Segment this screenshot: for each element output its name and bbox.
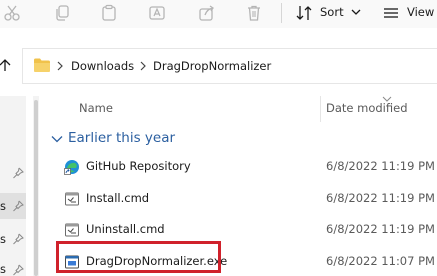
pin-icon <box>13 167 24 179</box>
file-date: 6/8/2022 11:19 PM <box>326 159 435 173</box>
delete-icon[interactable] <box>245 4 263 22</box>
chevron-right-icon <box>140 61 146 71</box>
paste-icon[interactable] <box>100 4 118 22</box>
folder-icon <box>34 58 50 72</box>
chevron-down-icon <box>51 136 63 143</box>
file-date: 6/8/2022 11:07 PM <box>326 254 435 268</box>
cmd-file-icon <box>65 223 79 237</box>
command-bar: Sort View <box>0 0 437 28</box>
highlight-box <box>56 241 221 273</box>
file-date: 6/8/2022 11:19 PM <box>326 191 435 205</box>
nav-item-label: s <box>0 199 6 213</box>
breadcrumb-dragdropnormalizer[interactable]: DragDropNormalizer <box>153 59 271 73</box>
cut-icon[interactable] <box>3 4 21 22</box>
arrow-up-icon[interactable] <box>0 58 12 72</box>
toolbar-divider <box>281 3 282 23</box>
share-icon[interactable] <box>198 4 216 22</box>
navigation-pane <box>0 96 26 276</box>
column-header-name[interactable]: Name <box>79 101 113 115</box>
file-name: GitHub Repository <box>86 159 191 173</box>
rename-icon[interactable] <box>148 4 166 22</box>
edge-shortcut-icon <box>64 160 79 175</box>
nav-item-label[interactable]: s <box>0 262 6 276</box>
pin-icon <box>13 200 24 212</box>
file-row[interactable]: Uninstall.cmd 6/8/2022 11:19 PM <box>58 218 437 242</box>
chevron-right-icon <box>57 61 63 71</box>
file-name: Install.cmd <box>86 191 150 205</box>
cmd-file-icon <box>65 192 79 206</box>
group-label: Earlier this year <box>68 130 176 146</box>
address-row: Downloads DragDropNormalizer <box>0 48 437 84</box>
address-bar[interactable]: Downloads DragDropNormalizer <box>22 48 437 84</box>
sort-icon <box>296 6 312 20</box>
scrollbar-thumb[interactable] <box>34 100 38 276</box>
view-label: View <box>407 5 435 19</box>
view-icon <box>384 8 398 18</box>
sort-chevron-icon <box>382 96 392 102</box>
breadcrumb-downloads[interactable]: Downloads <box>71 59 134 73</box>
column-header-date-modified[interactable]: Date modified <box>326 101 408 115</box>
nav-item-label[interactable]: s <box>0 232 6 246</box>
sort-label: Sort <box>320 5 344 19</box>
pin-icon <box>13 264 24 276</box>
file-row[interactable]: Install.cmd 6/8/2022 11:19 PM <box>58 187 437 211</box>
copy-icon[interactable] <box>53 4 71 22</box>
file-name: Uninstall.cmd <box>86 222 165 236</box>
column-divider[interactable] <box>320 96 321 122</box>
file-date: 6/8/2022 11:19 PM <box>326 222 435 236</box>
chevron-down-icon <box>351 9 361 15</box>
file-row[interactable]: GitHub Repository 6/8/2022 11:19 PM <box>58 155 437 179</box>
pin-icon <box>13 233 24 245</box>
